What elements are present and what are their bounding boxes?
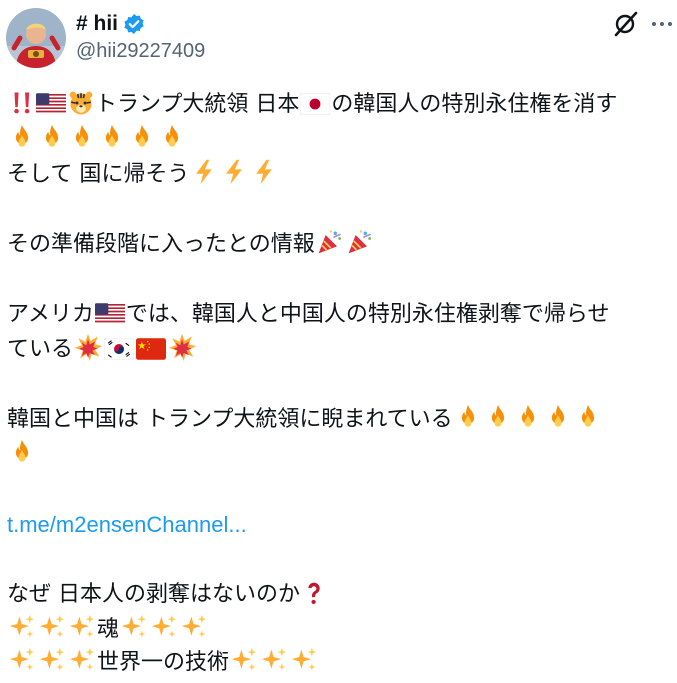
post-text: の韓国人の特別永住権を消す — [331, 92, 618, 117]
post-text: 韓国と中国は トランプ大統領に睨まれている — [7, 407, 453, 432]
post-text: なぜ 日本人の剥奪はないのか — [7, 582, 300, 607]
double-exclamation-icon — [8, 90, 34, 116]
grok-icon[interactable] — [612, 10, 640, 38]
post-text-line: 韓国と中国は トランプ大統領に睨まれている — [7, 402, 603, 437]
post-card: # hii @hii29227409 トランプ大統領 日本 の韓国人の特別永住権を… — [0, 0, 677, 683]
fire-icon — [158, 123, 186, 151]
author-avatar[interactable] — [6, 8, 66, 68]
telegram-link[interactable]: t.me/m2ensenChannel... — [7, 512, 247, 537]
sparkles-icon — [38, 646, 66, 674]
fire-icon — [484, 403, 512, 431]
verified-badge-icon[interactable] — [123, 13, 145, 35]
sparkles-icon — [68, 613, 96, 641]
author-display-name[interactable]: # hii — [76, 12, 118, 36]
sparkles-icon — [290, 646, 318, 674]
post-text-line: ている — [7, 332, 197, 367]
avatar-person-icon — [6, 8, 66, 68]
fire-icon — [514, 403, 542, 431]
fire-icon — [8, 438, 36, 466]
fire-icon — [68, 123, 96, 151]
sparkles-icon — [260, 646, 288, 674]
tiger-icon — [68, 90, 94, 116]
post-text: そして 国に帰そう — [7, 162, 190, 187]
sparkles-icon — [8, 613, 36, 641]
us-flag-icon — [95, 302, 125, 326]
post-text-line: アメリカ では、韓国人と中国人の特別永住権剥奪で帰らせ — [7, 297, 609, 332]
sparkles-icon — [230, 646, 258, 674]
sparkles-icon — [180, 613, 208, 641]
post-text-line: 世界一の技術 — [7, 645, 319, 680]
fire-icon — [128, 123, 156, 151]
sparkles-icon — [68, 646, 96, 674]
post-text: その準備段階に入ったとの情報 — [7, 232, 315, 257]
sparkles-icon — [8, 646, 36, 674]
post-text: ている — [7, 337, 74, 362]
post-text: トランプ大統領 日本 — [95, 92, 300, 117]
more-options-icon[interactable] — [650, 12, 674, 36]
collision-icon — [74, 333, 102, 361]
post-text-line: そして 国に帰そう — [7, 157, 279, 192]
post-text-line: トランプ大統領 日本 の韓国人の特別永住権を消す — [7, 87, 617, 122]
party-popper-icon — [316, 228, 344, 256]
us-flag-icon — [36, 92, 66, 116]
post-text: アメリカ — [7, 302, 94, 327]
sparkles-icon — [38, 613, 66, 641]
fire-icon — [454, 403, 482, 431]
post-text-line: その準備段階に入ったとの情報 — [7, 227, 375, 262]
emoji-line — [7, 122, 187, 157]
korea-flag-icon — [104, 337, 134, 361]
post-link-line: t.me/m2ensenChannel... — [7, 507, 247, 543]
post-text: 魂 — [97, 617, 120, 642]
japan-flag-icon — [300, 92, 330, 116]
sparkles-icon — [120, 613, 148, 641]
fire-icon — [544, 403, 572, 431]
lightning-icon — [250, 158, 278, 186]
china-flag-icon — [136, 337, 166, 361]
sparkles-icon — [150, 613, 178, 641]
post-text-line: なぜ 日本人の剥奪はないのか — [7, 577, 328, 612]
fire-icon — [8, 123, 36, 151]
emoji-line — [7, 437, 37, 472]
post-text: 世界一の技術 — [97, 650, 230, 675]
collision-icon — [168, 333, 196, 361]
lightning-icon — [220, 158, 248, 186]
fire-icon — [38, 123, 66, 151]
question-mark-icon — [301, 580, 327, 606]
author-handle[interactable]: @hii29227409 — [76, 40, 205, 63]
fire-icon — [574, 403, 602, 431]
lightning-icon — [190, 158, 218, 186]
post-text-line: 魂 — [7, 612, 209, 647]
post-text: では、韓国人と中国人の特別永住権剥奪で帰らせ — [125, 302, 610, 327]
party-popper-icon — [346, 228, 374, 256]
fire-icon — [98, 123, 126, 151]
author-name-row: # hii — [76, 10, 145, 38]
